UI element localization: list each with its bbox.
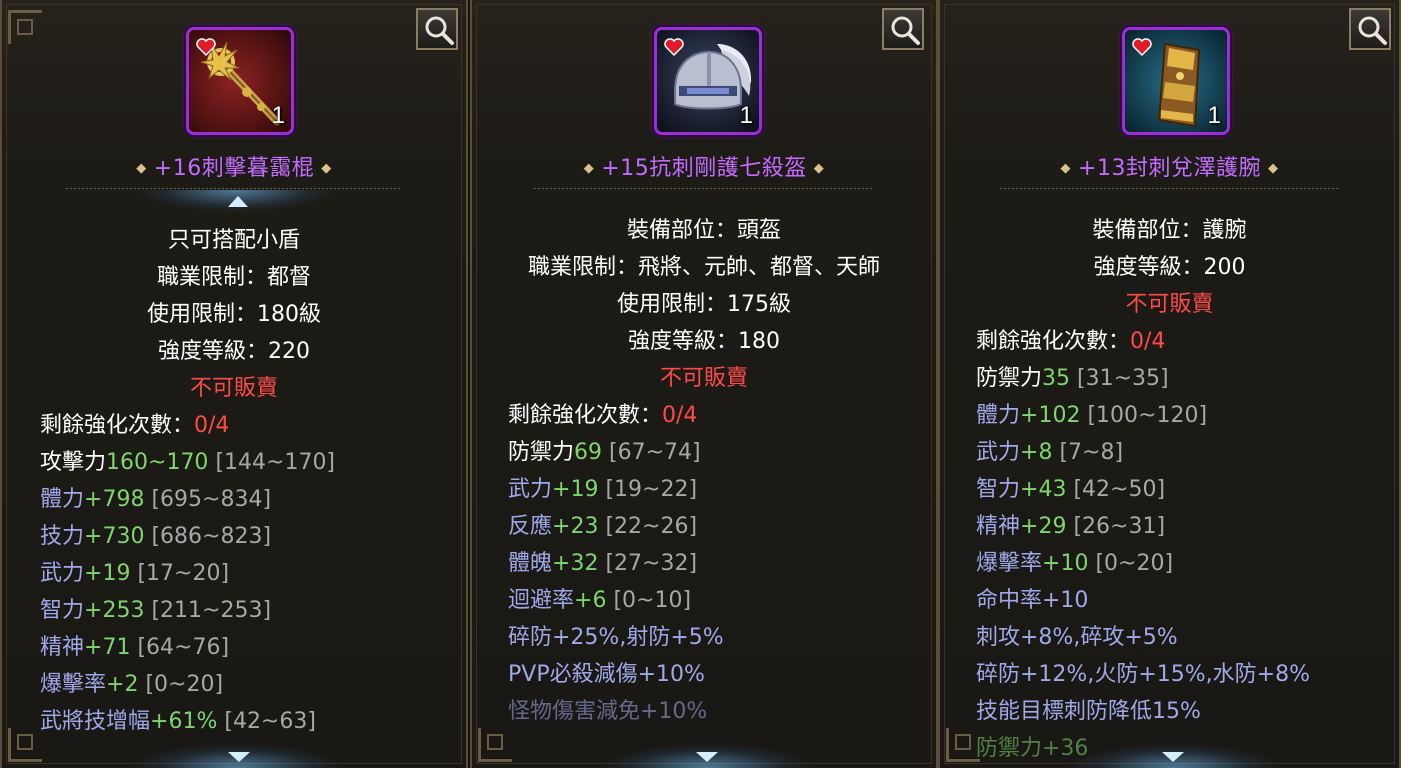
item-details: 只可搭配小盾 職業限制：都督 使用限制：180級 強度等級：220 不可販賣 剩… [2,222,466,740]
item-details: 裝備部位：護腕 強度等級：200 不可販賣 剩餘強化次數：0/4 防禦力35 [… [940,212,1399,767]
bonus-line: 碎防+12%,火防+15%,水防+8% [976,662,1310,687]
scroll-up-arrow-icon[interactable] [228,196,248,207]
magnifier-button[interactable] [416,8,458,50]
stat-row: 武力+8 [7~8] [976,440,1124,465]
stat-row: 武力+19 [19~22] [508,477,698,502]
stat-row: 技力+730 [686~823] [40,524,272,549]
scroll-down-arrow-icon[interactable] [1162,752,1184,762]
bonus-line: 技能目標刺防降低15% [976,699,1201,724]
info-line: 強度等級：180 [628,329,780,354]
item-icon-slot[interactable]: 1 [1122,27,1230,135]
stat-list: 剩餘強化次數：0/4 攻擊力160~170 [144~170] 體力+798 [… [2,407,466,740]
info-line: 裝備部位：護腕 [1092,218,1247,243]
stat-row: 防禦力35 [31~35] [976,366,1169,391]
bonus-line: 碎防+25%,射防+5% [508,625,724,650]
stat-row: 精神+71 [64~76] [40,635,230,660]
bonus-line: PVP必殺減傷+10% [508,662,705,687]
stat-row: 智力+253 [211~253] [40,598,272,623]
unsellable-label: 不可販賣 [659,366,748,391]
item-tooltip-staff: 1 ◆ +16刺擊暮靄棍 ◆ 只可搭配小盾 職業限制：都督 使用限制：180級 強度… [0,0,468,768]
info-line: 使用限制：175級 [617,292,791,317]
info-line: 強度等級：220 [158,339,310,364]
stat-row: 防禦力69 [67~74] [508,440,701,465]
frame-corner [478,728,512,762]
scroll-down-arrow-icon[interactable] [228,752,250,762]
info-line: 只可搭配小盾 [167,228,300,253]
stat-row: 體力+102 [100~120] [976,403,1208,428]
item-icon-slot[interactable]: 1 [186,27,294,135]
stat-row: 武力+19 [17~20] [40,561,230,586]
stat-row: 體力+798 [695~834] [40,487,272,512]
item-name: ◆ +13封刺兌澤護腕 ◆ [1060,156,1279,181]
stat-row: 攻擊力160~170 [144~170] [40,450,336,475]
divider [66,188,402,189]
stat-row: 精神+29 [26~31] [976,514,1166,539]
info-line: 裝備部位：頭盔 [626,218,781,243]
tooltip-stage: 1 ◆ +16刺擊暮靄棍 ◆ 只可搭配小盾 職業限制：都督 使用限制：180級 強度… [0,0,1401,768]
stat-row: 武將技增幅+61% [42~63] [40,709,316,734]
stat-row: 體魄+32 [27~32] [508,551,698,576]
stat-row: 反應+23 [22~26] [508,514,698,539]
item-quantity: 1 [271,102,285,129]
stat-row: 爆擊率+2 [0~20] [40,672,224,697]
magnifier-button[interactable] [882,8,924,50]
stat-list: 剩餘強化次數：0/4 防禦力35 [31~35] 體力+102 [100~120… [940,323,1399,767]
item-tooltip-helmet: 1 ◆ +15抗刺剛護七殺盔 ◆ 裝備部位：頭盔 職業限制：飛將、元帥、都督、天師 … [470,0,938,768]
frame-corner [8,10,42,44]
bonus-line: 命中率+10 [976,588,1089,613]
bonus-line: 怪物傷害減免+10% [508,699,708,724]
favorite-heart-icon [1132,38,1152,57]
unsellable-label: 不可販賣 [1125,292,1214,317]
item-name: ◆ +15抗刺剛護七殺盔 ◆ [583,156,825,181]
magnifier-icon [425,16,454,45]
magnifier-icon [1358,16,1387,45]
scroll-down-arrow-icon[interactable] [696,752,718,762]
stat-row: 爆擊率+10 [0~20] [976,551,1174,576]
info-line: 使用限制：180級 [147,302,321,327]
info-line: 強度等級：200 [1093,255,1246,280]
stat-row: 迴避率+6 [0~10] [508,588,692,613]
favorite-heart-icon [196,38,216,57]
refine-count: 剩餘強化次數：0/4 [40,413,230,438]
info-line: 職業限制：都督 [156,265,311,290]
item-icon-slot[interactable]: 1 [654,27,762,135]
item-details: 裝備部位：頭盔 職業限制：飛將、元帥、都督、天師 使用限制：175級 強度等級：… [472,212,936,730]
info-line: 職業限制：飛將、元帥、都督、天師 [527,255,880,280]
divider [534,188,874,189]
item-name: ◆ +16刺擊暮靄棍 ◆ [136,156,332,181]
divider [1000,188,1339,189]
bonus-line: 刺攻+8%,碎攻+5% [976,625,1178,650]
item-quantity: 1 [739,102,753,129]
item-tooltip-bracer: 1 ◆ +13封刺兌澤護腕 ◆ 裝備部位：護腕 強度等級：200 不可販賣 剩餘強化… [938,0,1401,768]
magnifier-button[interactable] [1349,8,1391,50]
stat-list: 剩餘強化次數：0/4 防禦力69 [67~74] 武力+19 [19~22] 反… [472,397,936,730]
refine-count: 剩餘強化次數：0/4 [976,329,1166,354]
refine-count: 剩餘強化次數：0/4 [508,403,698,428]
favorite-heart-icon [664,38,684,57]
unsellable-label: 不可販賣 [189,376,278,401]
stat-row: 智力+43 [42~50] [976,477,1166,502]
item-quantity: 1 [1207,102,1221,129]
magnifier-icon [891,16,920,45]
